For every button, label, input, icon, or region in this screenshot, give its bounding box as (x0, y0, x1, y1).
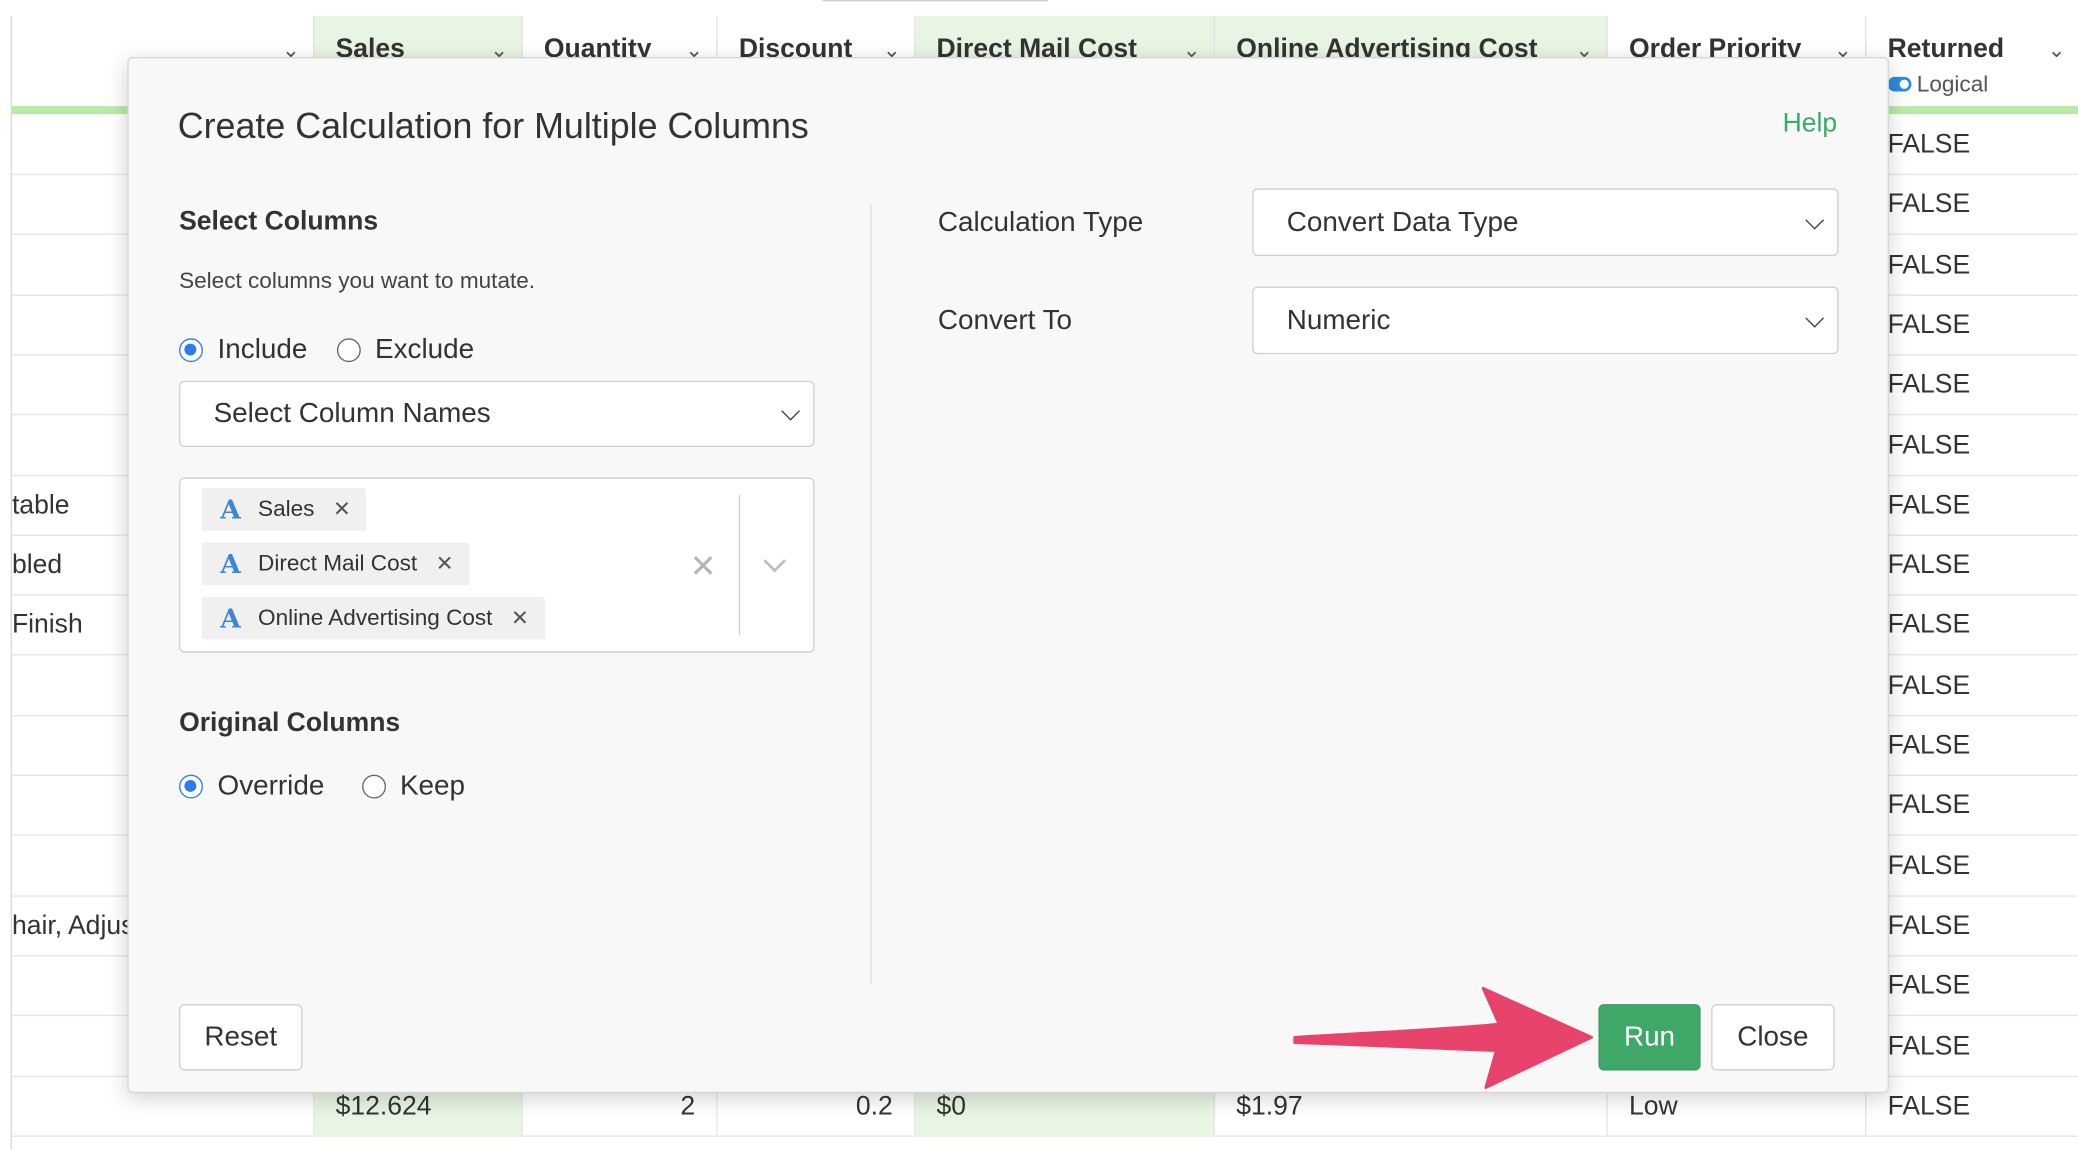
screen: ⌄ Sales ⌄ Quantity ⌄ Discount ⌄ Direct M… (0, 0, 2078, 1150)
arrow-annotation-icon (1293, 986, 1594, 1090)
